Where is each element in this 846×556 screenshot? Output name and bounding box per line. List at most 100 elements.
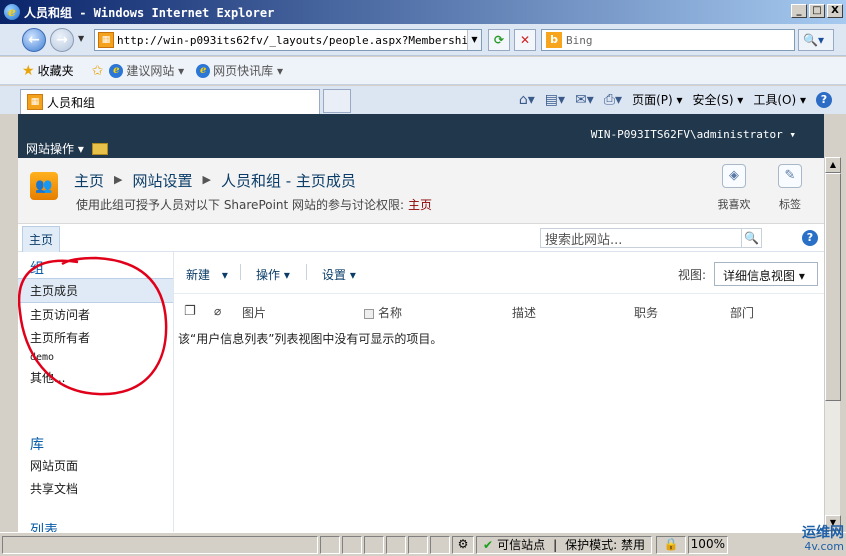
search-icon[interactable]: 🔍	[741, 229, 761, 247]
search-field[interactable]: b Bing	[541, 29, 795, 51]
groups-header[interactable]: 组	[18, 252, 173, 278]
tab-row: ▦ 人员和组 ⌂▾ ▤▾ ✉▾ ⎙▾ 页面(P) ▾ 安全(S) ▾ 工具(O)…	[0, 86, 846, 114]
column-name[interactable]: 名称	[364, 304, 402, 321]
history-dropdown-icon[interactable]: ▼	[78, 34, 84, 43]
print-icon[interactable]: ⎙▾	[604, 92, 622, 108]
column-description[interactable]: 描述	[512, 304, 536, 321]
quick-launch: 组 主页成员 主页访问者 主页所有者 demo 其他... 库 网站页面 共享文…	[18, 252, 174, 532]
window-title: 人员和组 - Windows Internet Explorer	[24, 5, 275, 20]
group-item-members[interactable]: 主页成员	[18, 278, 173, 303]
checkbox-icon	[364, 308, 374, 319]
safety-menu[interactable]: 安全(S) ▾	[693, 91, 744, 108]
help-icon[interactable]: ?	[802, 230, 818, 246]
favorites-button[interactable]: ★ 收藏夹	[22, 62, 74, 79]
libraries-header[interactable]: 库	[18, 428, 174, 454]
maximize-button[interactable]: □	[809, 4, 825, 18]
breadcrumb-home[interactable]: 主页	[74, 170, 104, 191]
favorites-bar: ★ 收藏夹 ✩ e 建议网站 ▾ e 网页快讯库 ▾	[0, 57, 846, 85]
feeds-icon[interactable]: ▤▾	[545, 92, 565, 108]
trusted-check-icon: ✔	[483, 537, 494, 552]
favorites-link-label: 建议网站 ▾	[126, 64, 185, 78]
search-go-button[interactable]: 🔍▾	[798, 29, 834, 51]
back-button[interactable]: ←	[22, 28, 46, 52]
watermark-line2: 4v.com	[804, 540, 844, 553]
vertical-scrollbar[interactable]: ▲ ▼	[824, 157, 841, 531]
breadcrumb-site-settings[interactable]: 网站设置	[132, 170, 192, 191]
sharepoint-favicon-icon: ▦	[27, 94, 43, 110]
site-logo-icon[interactable]: 👥	[30, 172, 58, 200]
zoom-level[interactable]: 100%	[687, 535, 728, 554]
group-item-more[interactable]: 其他...	[18, 366, 173, 389]
help-icon[interactable]: ?	[816, 91, 832, 108]
select-all-icon[interactable]: ❐	[184, 304, 196, 319]
security-icon[interactable]: 🔒	[655, 535, 686, 554]
breadcrumb: 主页 ▶ 网站设置 ▶ 人员和组 - 主页成员	[74, 170, 356, 191]
group-item-owners[interactable]: 主页所有者	[18, 326, 173, 349]
url-text[interactable]: http://win-p093its62fv/_layouts/people.a…	[117, 34, 467, 47]
url-dropdown-icon[interactable]: ▼	[467, 30, 481, 50]
view-selector[interactable]: 详细信息视图 ▾	[714, 262, 818, 286]
description-home-link[interactable]: 主页	[408, 198, 432, 212]
group-item-demo[interactable]: demo	[18, 349, 173, 366]
browse-folder-icon[interactable]	[91, 142, 108, 155]
library-item-site-pages[interactable]: 网站页面	[18, 454, 174, 477]
settings-menu[interactable]: 设置 ▾	[322, 266, 356, 283]
like-label: 我喜欢	[717, 198, 751, 211]
column-department[interactable]: 部门	[730, 304, 754, 321]
addon-icon[interactable]: ⚙	[452, 535, 474, 554]
close-button[interactable]: X	[827, 4, 843, 18]
column-picture[interactable]: 图片	[242, 304, 266, 321]
site-actions-menu[interactable]: 网站操作 ▾	[26, 140, 84, 157]
breadcrumb-separator-icon: ▶	[114, 173, 123, 186]
favorites-link-suggested[interactable]: e 建议网站 ▾	[109, 62, 184, 79]
ie-page-icon: e	[109, 63, 124, 78]
ie-logo-icon: e	[4, 4, 20, 20]
add-favorite-icon[interactable]: ✩	[92, 63, 104, 79]
favorites-link-webslice[interactable]: e 网页快讯库 ▾	[196, 62, 283, 79]
tab-people-groups[interactable]: ▦ 人员和组	[20, 89, 320, 114]
status-cell	[342, 535, 362, 554]
tools-menu[interactable]: 工具(O) ▾	[753, 91, 806, 108]
trusted-label: 可信站点	[497, 538, 546, 552]
scroll-up-icon[interactable]: ▲	[825, 157, 841, 173]
column-title[interactable]: 职务	[634, 304, 658, 321]
status-cell	[320, 535, 340, 554]
breadcrumb-current: 人员和组 - 主页成员	[220, 172, 356, 190]
site-search-field[interactable]: 搜索此网站... 🔍	[540, 228, 762, 248]
command-bar: ⌂▾ ▤▾ ✉▾ ⎙▾ 页面(P) ▾ 安全(S) ▾ 工具(O) ▾ ?	[519, 91, 832, 108]
column-name-label: 名称	[378, 306, 403, 320]
home-icon[interactable]: ⌂▾	[519, 92, 535, 108]
attachment-icon: ⌀	[214, 304, 222, 318]
mail-icon[interactable]: ✉▾	[575, 92, 594, 108]
tags-button[interactable]: ✎ 标签	[770, 164, 810, 212]
status-bar: ⚙ ✔ 可信站点 | 保护模式: 禁用 🔒 100%	[0, 532, 846, 556]
minimize-button[interactable]: _	[791, 4, 807, 18]
view-label: 视图:	[678, 268, 707, 282]
tab-home[interactable]: 主页	[22, 226, 61, 253]
actions-menu[interactable]: 操作 ▾	[256, 266, 290, 283]
page-favicon-icon: ▦	[98, 32, 114, 48]
zone-indicator[interactable]: ✔ 可信站点 | 保护模式: 禁用	[476, 535, 652, 554]
like-button[interactable]: ◈ 我喜欢	[714, 164, 754, 212]
group-item-visitors[interactable]: 主页访问者	[18, 303, 173, 326]
scroll-thumb[interactable]	[825, 173, 841, 401]
new-tab-button[interactable]	[323, 89, 351, 113]
list-toolbar: 新建 ▾ 操作 ▾ 设置 ▾ 视图: 详细信息视图 ▾	[174, 252, 824, 294]
site-search-placeholder: 搜索此网站...	[545, 232, 623, 248]
like-icon: ◈	[722, 164, 746, 188]
library-item-shared-docs[interactable]: 共享文档	[18, 477, 174, 500]
forward-button[interactable]: →	[50, 28, 74, 52]
url-field[interactable]: ▦ http://win-p093its62fv/_layouts/people…	[94, 29, 482, 51]
lists-header[interactable]: 列表	[18, 500, 174, 532]
protected-mode-label: 保护模式: 禁用	[565, 538, 645, 552]
empty-list-message: 该“用户信息列表”列表视图中没有可显示的项目。	[178, 332, 443, 346]
user-menu[interactable]: WIN-P093ITS62FV\administrator ▾	[591, 128, 796, 141]
favorites-link-label: 网页快讯库 ▾	[213, 64, 283, 78]
sharepoint-top-bar: WIN-P093ITS62FV\administrator ▾ 网站操作 ▾	[18, 114, 824, 158]
toolbar-divider	[306, 264, 307, 280]
top-navigation: 主页 搜索此网站... 🔍 ?	[18, 224, 824, 253]
page-menu[interactable]: 页面(P) ▾	[632, 91, 682, 108]
stop-button[interactable]: ✕	[514, 29, 536, 51]
refresh-button[interactable]: ⟳	[488, 29, 510, 51]
new-menu[interactable]: 新建 ▾	[186, 266, 228, 283]
